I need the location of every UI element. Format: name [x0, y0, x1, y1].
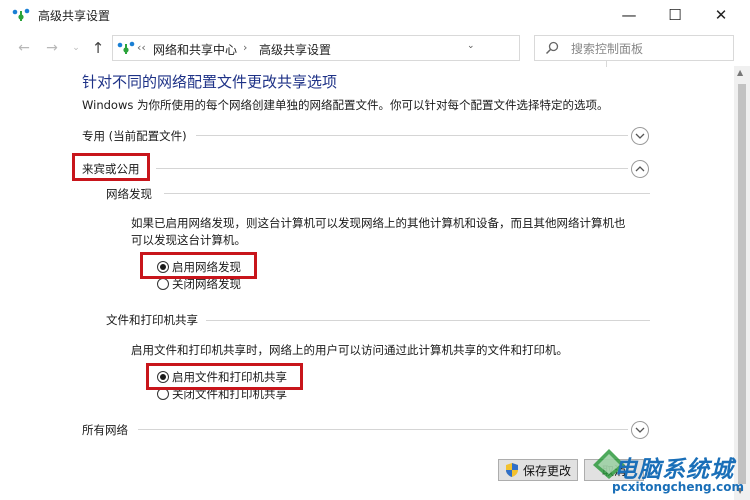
- page-description: Windows 为你所使用的每个网络创建单独的网络配置文件。你可以针对每个配置文…: [82, 98, 609, 112]
- radio-label: 关闭网络发现: [172, 277, 241, 291]
- save-changes-button[interactable]: 保存更改: [498, 459, 578, 481]
- profile-all-networks-header[interactable]: 所有网络: [82, 422, 128, 438]
- chevron-up-icon: [635, 166, 645, 172]
- breadcrumb-network-sharing-center[interactable]: 网络和共享中心: [153, 41, 237, 58]
- watermark-title: 电脑系统城: [614, 457, 734, 483]
- divider: [196, 135, 628, 136]
- expand-private-button[interactable]: [631, 127, 649, 145]
- save-changes-label: 保存更改: [522, 463, 571, 478]
- radio-label: 关闭文件和打印机共享: [172, 387, 287, 401]
- search-icon: [545, 41, 559, 55]
- page-title: 针对不同的网络配置文件更改共享选项: [82, 73, 338, 91]
- radio-disable-network-discovery[interactable]: 关闭网络发现: [157, 276, 241, 292]
- profile-guest-public-header[interactable]: 来宾或公用: [82, 161, 140, 177]
- window-title: 高级共享设置: [38, 9, 111, 23]
- shield-icon: [505, 463, 518, 477]
- breadcrumb-separator[interactable]: ›: [243, 41, 247, 54]
- back-button[interactable]: ←: [14, 38, 34, 58]
- radio-enable-file-printer-sharing[interactable]: 启用文件和打印机共享: [157, 369, 287, 385]
- radio-selected-dot: [160, 264, 166, 270]
- radio-button[interactable]: [157, 278, 169, 290]
- radio-disable-file-printer-sharing[interactable]: 关闭文件和打印机共享: [157, 386, 287, 402]
- divider: [156, 168, 628, 169]
- radio-button[interactable]: [157, 261, 169, 273]
- radio-selected-dot: [160, 374, 166, 380]
- address-dropdown[interactable]: ⌄: [467, 41, 475, 51]
- scroll-up-arrow-icon[interactable]: ▲: [737, 68, 743, 77]
- recent-locations-dropdown[interactable]: ⌄: [66, 38, 86, 58]
- radio-button[interactable]: [157, 388, 169, 400]
- navigation-bar: ← → ⌄ ↑ ‹‹ 网络和共享中心 › 高级共享设置 ⌄ ↻: [0, 30, 750, 67]
- profile-private-header[interactable]: 专用 (当前配置文件): [82, 128, 187, 144]
- network-discovery-description-line2: 可以发现这台计算机。: [131, 233, 246, 247]
- control-panel-icon: [117, 41, 135, 54]
- title-bar: 高级共享设置 — ☐ ✕: [0, 0, 750, 30]
- divider: [164, 193, 650, 194]
- minimize-button[interactable]: —: [606, 0, 652, 30]
- chevron-down-icon: [635, 427, 645, 433]
- radio-label: 启用网络发现: [172, 260, 241, 274]
- site-watermark: 电脑系统城 pcxitongcheng.com: [592, 446, 745, 500]
- file-printer-sharing-description: 启用文件和打印机共享时，网络上的用户可以访问通过此计算机共享的文件和打印机。: [131, 343, 568, 357]
- main-content: 针对不同的网络配置文件更改共享选项 Windows 为你所使用的每个网络创建单独…: [0, 66, 734, 500]
- network-icon: [12, 8, 30, 21]
- file-printer-sharing-title: 文件和打印机共享: [106, 313, 198, 327]
- scrollbar-thumb[interactable]: [738, 84, 746, 484]
- network-discovery-description-line1: 如果已启用网络发现，则这台计算机可以发现网络上的其他计算机和设备，而且其他网络计…: [131, 216, 626, 230]
- address-bar[interactable]: ‹‹ 网络和共享中心 › 高级共享设置 ⌄ ↻: [112, 35, 625, 67]
- up-button[interactable]: ↑: [88, 38, 108, 58]
- chevron-down-icon: [635, 133, 645, 139]
- search-input[interactable]: [571, 40, 726, 58]
- search-box[interactable]: [534, 35, 734, 61]
- network-discovery-title: 网络发现: [106, 187, 152, 201]
- watermark-url: pcxitongcheng.com: [612, 480, 745, 494]
- expand-all-networks-button[interactable]: [631, 421, 649, 439]
- divider: [138, 429, 628, 430]
- radio-label: 启用文件和打印机共享: [172, 370, 287, 384]
- forward-button[interactable]: →: [42, 38, 62, 58]
- vertical-scrollbar[interactable]: ▲ ▼: [734, 66, 750, 500]
- maximize-button[interactable]: ☐: [652, 0, 698, 30]
- divider: [206, 320, 650, 321]
- radio-enable-network-discovery[interactable]: 启用网络发现: [157, 259, 241, 275]
- breadcrumb-overflow[interactable]: ‹‹: [137, 41, 146, 54]
- close-button[interactable]: ✕: [698, 0, 744, 30]
- collapse-guest-public-button[interactable]: [631, 160, 649, 178]
- breadcrumb-advanced-sharing[interactable]: 高级共享设置: [259, 41, 331, 58]
- radio-button[interactable]: [157, 371, 169, 383]
